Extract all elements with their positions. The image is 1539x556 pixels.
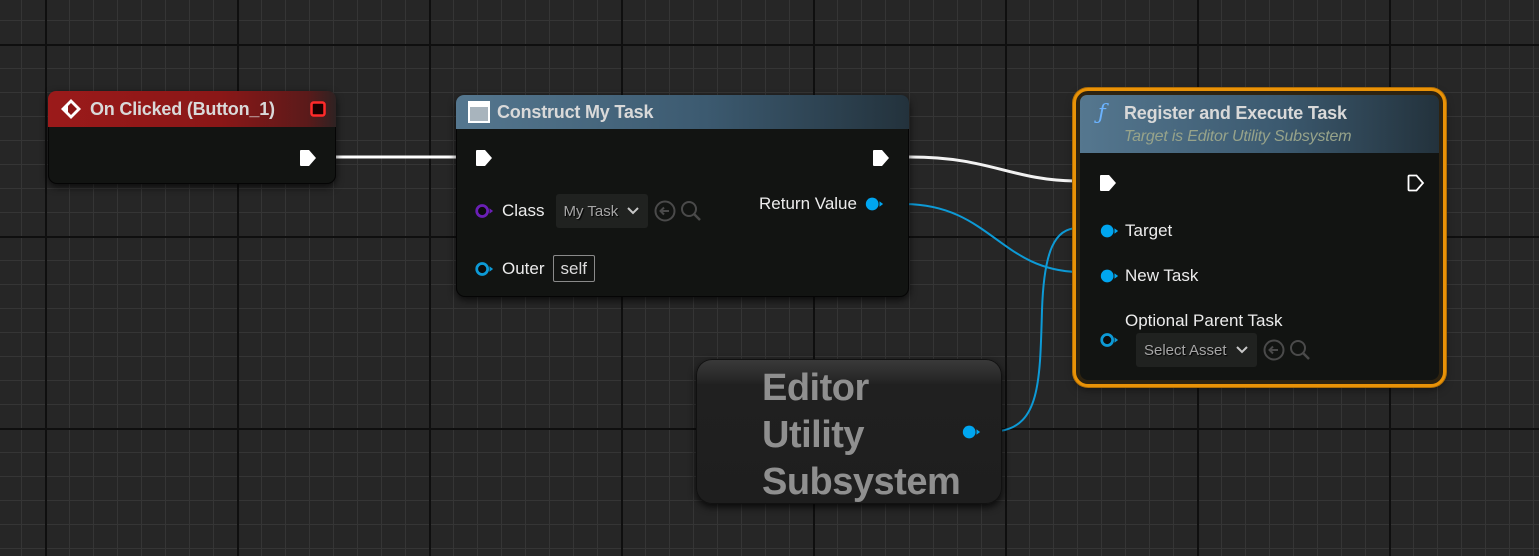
optional-parent-label-row: Optional Parent Task — [1125, 311, 1283, 331]
class-pin-row: Class My Task — [474, 194, 702, 228]
event-node-header[interactable]: On Clicked (Button_1) — [48, 91, 336, 127]
exec-in-pin[interactable] — [475, 148, 493, 168]
subsystem-node-title: Editor Utility Subsystem — [762, 367, 961, 503]
subsystem-output-pin-icon[interactable] — [961, 424, 981, 440]
target-pin-icon[interactable] — [1099, 223, 1119, 239]
chevron-down-icon — [1235, 346, 1248, 354]
select-asset-dropdown[interactable]: Select Asset — [1136, 333, 1257, 367]
register-node-header[interactable]: ƒ Register and Execute Task Target is Ed… — [1080, 95, 1439, 153]
target-pin-row: Target — [1099, 221, 1172, 241]
new-task-pin-icon[interactable] — [1099, 268, 1119, 284]
register-node-title: Register and Execute Task — [1124, 103, 1347, 123]
optional-parent-pin-label: Optional Parent Task — [1125, 311, 1283, 330]
exec-in-pin[interactable] — [1099, 173, 1117, 193]
browse-search-icon[interactable] — [1289, 339, 1311, 361]
new-task-pin-label: New Task — [1125, 266, 1199, 285]
browse-search-icon[interactable] — [680, 200, 702, 222]
red-square-delegate-icon[interactable] — [310, 101, 326, 117]
select-asset-value: Select Asset — [1144, 341, 1227, 359]
outer-pin-label: Outer — [502, 258, 545, 278]
construct-node-title: Construct My Task — [497, 101, 654, 122]
construct-node[interactable]: Construct My Task Class My Task Outer se… — [456, 95, 909, 297]
exec-out-pin-unconnected[interactable] — [1407, 173, 1425, 193]
event-diamond-icon — [61, 99, 81, 119]
event-node-title: On Clicked (Button_1) — [90, 98, 275, 119]
exec-out-pin[interactable] — [299, 148, 317, 168]
construct-object-icon — [468, 101, 490, 123]
optional-parent-pin-icon[interactable] — [1099, 332, 1119, 348]
target-pin-label: Target — [1125, 221, 1173, 240]
class-pin-icon[interactable] — [474, 203, 494, 219]
new-task-pin-row: New Task — [1099, 266, 1198, 286]
use-selected-arrow-icon[interactable] — [654, 200, 676, 222]
outer-pin-icon[interactable] — [474, 261, 494, 277]
class-pin-label: Class — [502, 201, 545, 220]
return-value-pin-row: Return Value — [759, 194, 884, 214]
event-node-on-clicked[interactable]: On Clicked (Button_1) — [48, 91, 336, 184]
return-value-label: Return Value — [759, 194, 857, 213]
register-execute-task-node[interactable]: ƒ Register and Execute Task Target is Ed… — [1076, 91, 1443, 384]
chevron-down-icon — [627, 207, 639, 215]
exec-out-pin[interactable] — [872, 148, 890, 168]
class-dropdown-value: My Task — [563, 202, 619, 220]
function-f-icon: ƒ — [1098, 100, 1106, 124]
class-dropdown[interactable]: My Task — [555, 194, 649, 228]
register-node-subtitle: Target is Editor Utility Subsystem — [1124, 128, 1352, 145]
construct-node-header[interactable]: Construct My Task — [456, 95, 909, 129]
outer-value-input[interactable]: self — [552, 255, 595, 282]
return-value-pin-icon[interactable] — [864, 196, 884, 212]
object-wire-return-to-newtask[interactable] — [886, 203, 1100, 273]
use-selected-arrow-icon[interactable] — [1263, 339, 1285, 361]
optional-parent-asset-row: Select Asset — [1136, 333, 1311, 367]
outer-pin-row: Outer self — [474, 255, 595, 282]
exec-wire-construct-to-register[interactable] — [890, 155, 1096, 183]
editor-utility-subsystem-node[interactable]: Editor Utility Subsystem — [696, 359, 1002, 504]
